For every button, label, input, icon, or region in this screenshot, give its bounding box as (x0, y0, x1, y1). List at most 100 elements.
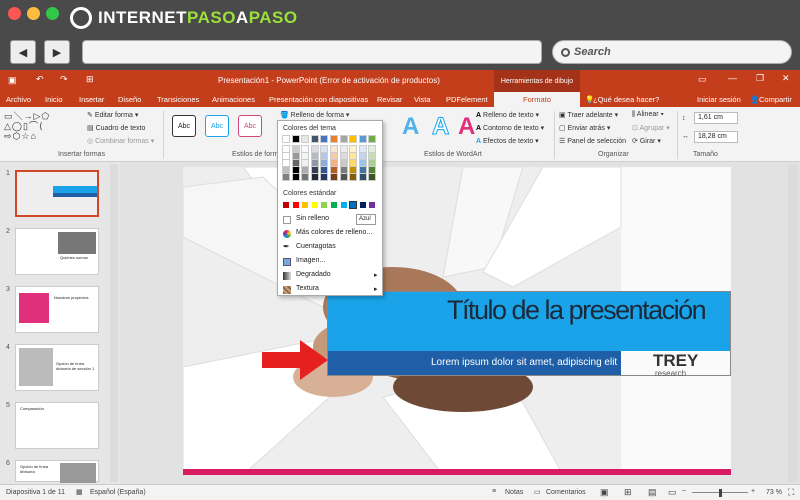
send-backward-button[interactable]: ▢ Enviar atrás ▾ (559, 124, 610, 132)
theme-color-swatch[interactable] (291, 159, 300, 167)
standard-colors-row[interactable] (283, 201, 381, 210)
restore-icon[interactable]: ❐ (756, 73, 764, 84)
notes-button[interactable]: Notas (505, 489, 523, 496)
tab-presentacion[interactable]: Presentación con diapositivas (269, 95, 368, 104)
theme-color-swatch[interactable] (291, 145, 300, 153)
tab-pdfelement[interactable]: PDFelement (446, 95, 488, 104)
slide-thumbnail-4[interactable]: Opción de línea divisoria de sección 1 (15, 344, 99, 391)
theme-color-swatch[interactable] (339, 145, 348, 153)
start-presentation-icon[interactable]: ⊞ (86, 74, 94, 85)
theme-color-swatch[interactable] (282, 145, 290, 153)
theme-color-swatch[interactable] (301, 145, 310, 153)
theme-color-swatch[interactable] (330, 166, 338, 174)
fit-to-window-icon[interactable]: ⛶ (788, 487, 794, 498)
forward-button[interactable]: ▶ (44, 40, 70, 64)
share-icon[interactable]: 👤 (750, 95, 759, 104)
standard-color-swatch[interactable] (302, 202, 309, 208)
slide-thumbnail-6[interactable]: Opción de línea divisoria (15, 460, 99, 483)
tab-animaciones[interactable]: Animaciones (212, 95, 255, 104)
theme-color-swatch[interactable] (291, 166, 300, 174)
theme-colors-grid[interactable] (282, 135, 381, 186)
theme-color-swatch[interactable] (320, 159, 329, 167)
width-input[interactable]: 18,28 cm (694, 131, 738, 143)
editor-scrollbar[interactable] (788, 164, 798, 482)
normal-view-icon[interactable]: ▣ (600, 487, 609, 498)
rotate-button[interactable]: ⟳ Girar ▾ (632, 137, 661, 145)
theme-color-swatch[interactable] (330, 145, 338, 153)
shape-style-3[interactable]: Abc (238, 115, 262, 137)
shape-style-1[interactable]: Abc (172, 115, 196, 137)
zoom-out-icon[interactable]: − (682, 488, 686, 495)
theme-color-swatch[interactable] (310, 145, 319, 153)
slide-thumbnail-1[interactable] (15, 170, 99, 217)
theme-color-swatch[interactable] (282, 159, 290, 167)
theme-color-swatch[interactable] (349, 173, 358, 181)
tab-diseno[interactable]: Diseño (118, 95, 141, 104)
theme-color-swatch[interactable] (330, 173, 338, 181)
theme-color-swatch[interactable] (301, 173, 310, 181)
standard-color-swatch[interactable] (349, 201, 358, 209)
edit-shape-button[interactable]: ✎ Editar forma ▾ (87, 111, 138, 119)
theme-color-swatch[interactable] (301, 135, 310, 143)
wordart-style-3[interactable]: A (458, 113, 475, 141)
selection-pane-button[interactable]: ☰ Panel de selección (559, 137, 626, 145)
theme-color-swatch[interactable] (320, 166, 329, 174)
tab-formato[interactable]: Formato (494, 92, 580, 107)
thumbnail-scrollbar[interactable] (110, 164, 118, 482)
theme-color-swatch[interactable] (349, 159, 358, 167)
theme-color-swatch[interactable] (320, 152, 329, 160)
menu-item-image[interactable]: Imagen... (296, 257, 325, 264)
theme-color-swatch[interactable] (330, 159, 338, 167)
tab-inicio[interactable]: Inicio (45, 95, 63, 104)
theme-color-swatch[interactable] (349, 152, 358, 160)
zoom-slider-thumb[interactable] (719, 489, 723, 497)
theme-color-swatch[interactable] (368, 152, 377, 160)
theme-color-swatch[interactable] (310, 166, 319, 174)
standard-color-swatch[interactable] (283, 202, 289, 208)
theme-color-swatch[interactable] (339, 173, 348, 181)
slideshow-view-icon[interactable]: ▭ (668, 487, 677, 498)
theme-color-swatch[interactable] (310, 152, 319, 160)
maximize-window-dot[interactable] (46, 7, 59, 20)
back-button[interactable]: ◀ (10, 40, 36, 64)
menu-item-more-colors[interactable]: Más colores de relleno... (296, 229, 372, 236)
shape-fill-button[interactable]: 🪣 Relleno de forma ▾ (280, 111, 349, 119)
theme-color-swatch[interactable] (310, 173, 319, 181)
theme-color-swatch[interactable] (291, 135, 300, 143)
theme-color-swatch[interactable] (282, 135, 290, 143)
text-effects-button[interactable]: A Efectos de texto ▾ (476, 137, 539, 145)
theme-color-swatch[interactable] (330, 152, 338, 160)
theme-color-swatch[interactable] (320, 145, 329, 153)
standard-color-swatch[interactable] (321, 202, 328, 208)
theme-color-swatch[interactable] (358, 135, 367, 143)
close-icon[interactable]: ✕ (782, 73, 790, 84)
standard-color-swatch[interactable] (311, 202, 318, 208)
height-input[interactable]: 1,61 cm (694, 112, 738, 124)
signin-link[interactable]: Iniciar sesión (697, 95, 741, 104)
standard-color-swatch[interactable] (292, 202, 299, 208)
wordart-style-1[interactable]: A (402, 113, 419, 141)
theme-color-swatch[interactable] (358, 145, 367, 153)
save-icon[interactable]: ▣ (8, 75, 17, 86)
theme-color-swatch[interactable] (282, 166, 290, 174)
slide-thumbnail-2[interactable]: Quiénes somos (15, 228, 99, 275)
standard-color-swatch[interactable] (340, 202, 347, 208)
theme-color-swatch[interactable] (291, 173, 300, 181)
zoom-level[interactable]: 73 % (766, 489, 782, 496)
theme-color-swatch[interactable] (339, 166, 348, 174)
theme-color-swatch[interactable] (310, 159, 319, 167)
theme-color-swatch[interactable] (349, 166, 358, 174)
url-bar[interactable] (82, 40, 542, 64)
browser-search-field[interactable]: Search (552, 40, 792, 64)
theme-color-swatch[interactable] (358, 166, 367, 174)
slide-thumbnail-3[interactable]: Nuestros proyectos (15, 286, 99, 333)
shapes-gallery[interactable]: ▭＼→▷⬠ △◯▯⌒⟨ ⇨⬡☆⌂ (4, 111, 80, 145)
theme-color-swatch[interactable] (368, 166, 377, 174)
theme-color-swatch[interactable] (339, 152, 348, 160)
theme-color-swatch[interactable] (301, 159, 310, 167)
theme-color-swatch[interactable] (301, 166, 310, 174)
text-outline-button[interactable]: A Contorno de texto ▾ (476, 124, 544, 132)
shape-style-2[interactable]: Abc (205, 115, 229, 137)
language-label[interactable]: Español (España) (90, 489, 146, 496)
ribbon-display-icon[interactable]: ▭ (698, 74, 707, 85)
